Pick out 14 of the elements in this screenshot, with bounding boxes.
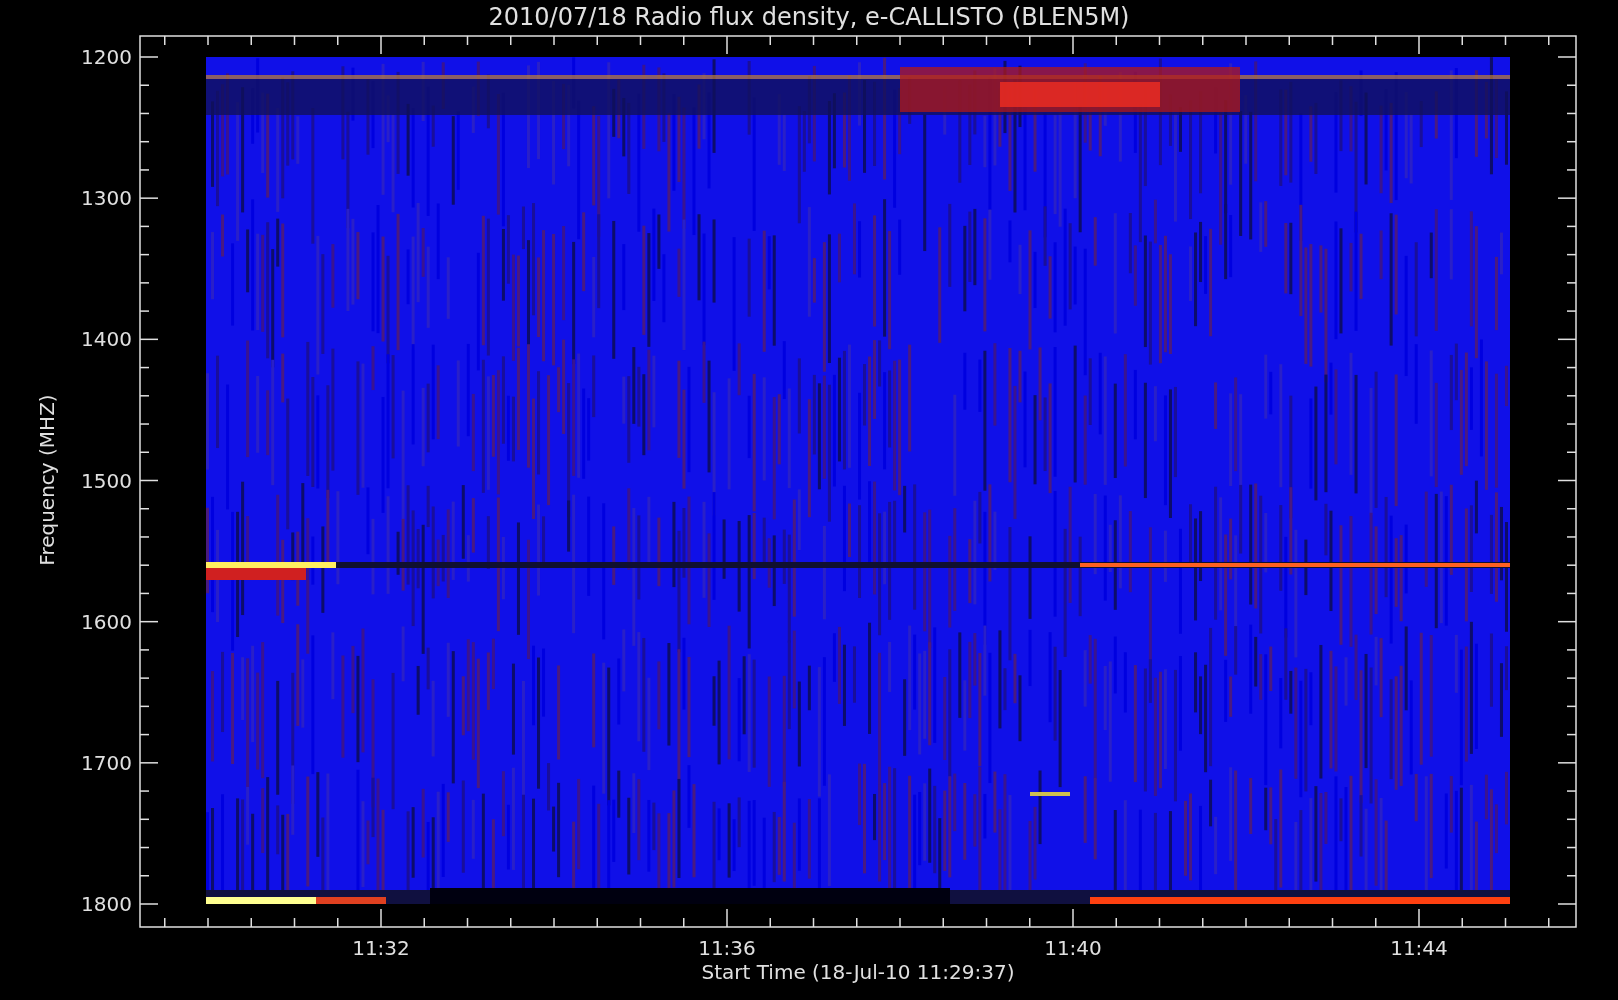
x-tick-label: 11:32 xyxy=(352,936,410,960)
y-axis-label: Frequency (MHZ) xyxy=(35,394,59,566)
chart-title: 2010/07/18 Radio flux density, e-CALLISTO (BLEN5M) xyxy=(488,3,1130,31)
y-tick-label: 1300 xyxy=(81,186,132,211)
y-tick-label: 1800 xyxy=(81,892,132,916)
y-tick-label: 1200 xyxy=(81,45,132,69)
y-tick-label: 1700 xyxy=(81,750,132,775)
x-tick-label: 11:36 xyxy=(698,936,756,960)
y-tick-label: 1500 xyxy=(81,468,132,493)
y-tick-label: 1600 xyxy=(81,609,132,634)
y-tick-label: 1400 xyxy=(81,327,132,352)
x-axis-label: Start Time (18-Jul-10 11:29:37) xyxy=(701,960,1015,984)
x-tick-label: 11:44 xyxy=(1390,936,1448,960)
x-tick-label: 11:40 xyxy=(1044,936,1102,960)
